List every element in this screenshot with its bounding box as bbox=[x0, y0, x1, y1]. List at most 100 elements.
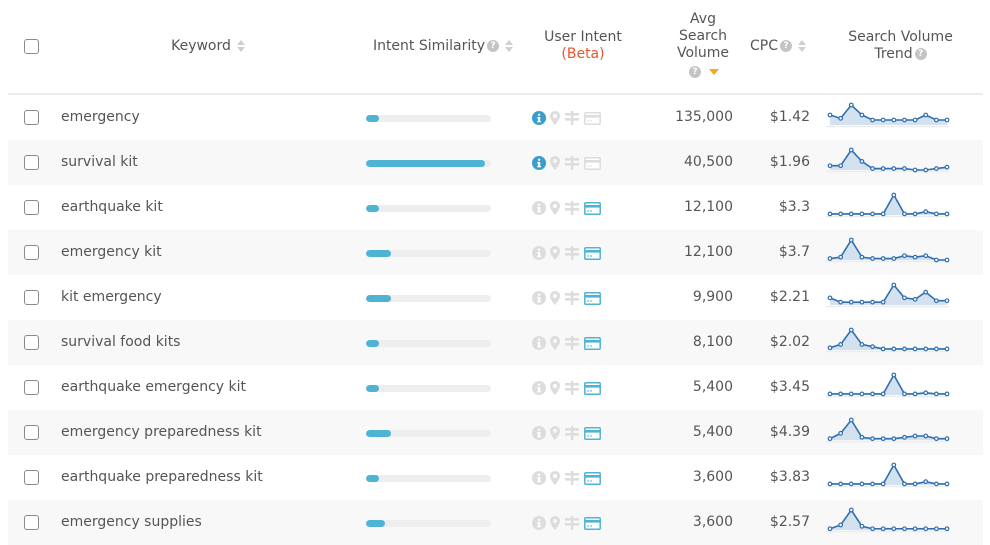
credit-card-icon[interactable] bbox=[584, 516, 601, 530]
row-checkbox[interactable] bbox=[24, 515, 39, 530]
signpost-icon[interactable] bbox=[564, 111, 580, 125]
table-row[interactable]: survival food kits 8,100 $2.02 bbox=[8, 320, 983, 365]
signpost-icon[interactable] bbox=[564, 201, 580, 215]
help-icon[interactable]: ? bbox=[914, 48, 927, 60]
signpost-icon[interactable] bbox=[564, 246, 580, 260]
sort-descending-icon[interactable] bbox=[709, 69, 719, 75]
search-volume-trend-sparkline bbox=[826, 237, 950, 263]
user-intent-icons bbox=[532, 334, 601, 352]
location-icon[interactable] bbox=[550, 381, 560, 395]
keyword-text: emergency bbox=[61, 109, 140, 125]
location-icon[interactable] bbox=[550, 471, 560, 485]
sparkline-point bbox=[891, 282, 897, 288]
credit-card-icon[interactable] bbox=[584, 246, 601, 260]
sparkline-point bbox=[933, 391, 939, 397]
sparkline-point bbox=[859, 211, 865, 217]
location-icon[interactable] bbox=[550, 111, 560, 125]
row-checkbox[interactable] bbox=[24, 425, 39, 440]
signpost-icon[interactable] bbox=[564, 336, 580, 350]
intent-similarity-fill bbox=[366, 520, 385, 527]
credit-card-icon[interactable] bbox=[584, 381, 601, 395]
table-row[interactable]: survival kit 40,500 $1.96 bbox=[8, 140, 983, 185]
keyword-column-header[interactable]: Keyword bbox=[138, 38, 278, 55]
signpost-icon[interactable] bbox=[564, 426, 580, 440]
table-row[interactable]: earthquake emergency kit 5,400 $3.45 bbox=[8, 365, 983, 410]
cpc-value: $2.02 bbox=[769, 334, 810, 350]
location-icon[interactable] bbox=[550, 336, 560, 350]
trend-header-line-1: Search Volume bbox=[848, 29, 953, 45]
select-all-checkbox[interactable] bbox=[24, 39, 39, 54]
sparkline-point bbox=[838, 391, 844, 397]
sparkline-point bbox=[838, 430, 844, 436]
credit-card-icon[interactable] bbox=[584, 156, 601, 170]
sparkline-point bbox=[912, 391, 918, 397]
signpost-icon[interactable] bbox=[564, 381, 580, 395]
sparkline-point bbox=[933, 257, 939, 263]
info-icon[interactable] bbox=[532, 471, 546, 485]
info-icon[interactable] bbox=[532, 426, 546, 440]
avg-search-volume-column-header[interactable]: Avg Search Volume ? bbox=[668, 11, 738, 81]
row-checkbox[interactable] bbox=[24, 290, 39, 305]
sparkline-point bbox=[912, 117, 918, 123]
location-icon[interactable] bbox=[550, 246, 560, 260]
intent-similarity-bar bbox=[366, 430, 491, 437]
info-icon[interactable] bbox=[532, 156, 546, 170]
table-row[interactable]: emergency kit 12,100 $3.7 bbox=[8, 230, 983, 275]
table-row[interactable]: earthquake kit 12,100 $3.3 bbox=[8, 185, 983, 230]
credit-card-icon[interactable] bbox=[584, 201, 601, 215]
help-icon[interactable]: ? bbox=[689, 66, 701, 78]
intent-similarity-bar bbox=[366, 160, 491, 167]
info-icon[interactable] bbox=[532, 291, 546, 305]
help-icon[interactable]: ? bbox=[487, 40, 500, 52]
info-icon[interactable] bbox=[532, 111, 546, 125]
info-icon[interactable] bbox=[532, 201, 546, 215]
table-row[interactable]: earthquake preparedness kit 3,600 $3.83 bbox=[8, 455, 983, 500]
credit-card-icon[interactable] bbox=[584, 291, 601, 305]
sparkline-point bbox=[923, 390, 929, 396]
credit-card-icon[interactable] bbox=[584, 426, 601, 440]
row-checkbox[interactable] bbox=[24, 110, 39, 125]
signpost-icon[interactable] bbox=[564, 156, 580, 170]
intent-similarity-fill bbox=[366, 295, 391, 302]
sort-icon[interactable] bbox=[236, 40, 245, 52]
sparkline-point bbox=[933, 166, 939, 171]
location-icon[interactable] bbox=[550, 291, 560, 305]
credit-card-icon[interactable] bbox=[584, 471, 601, 485]
location-icon[interactable] bbox=[550, 426, 560, 440]
info-icon[interactable] bbox=[532, 516, 546, 530]
sparkline-point bbox=[944, 298, 950, 304]
location-icon[interactable] bbox=[550, 516, 560, 530]
row-checkbox[interactable] bbox=[24, 335, 39, 350]
location-icon[interactable] bbox=[550, 156, 560, 170]
credit-card-icon[interactable] bbox=[584, 111, 601, 125]
row-checkbox[interactable] bbox=[24, 155, 39, 170]
location-icon[interactable] bbox=[550, 201, 560, 215]
avg-search-volume-value: 12,100 bbox=[684, 244, 733, 260]
cpc-column-header[interactable]: CPC? bbox=[743, 38, 813, 55]
row-checkbox[interactable] bbox=[24, 380, 39, 395]
intent-similarity-column-header[interactable]: Intent Similarity? bbox=[363, 38, 523, 55]
info-icon[interactable] bbox=[532, 336, 546, 350]
signpost-icon[interactable] bbox=[564, 516, 580, 530]
row-checkbox[interactable] bbox=[24, 470, 39, 485]
sort-icon[interactable] bbox=[505, 40, 514, 52]
cpc-value: $1.42 bbox=[769, 109, 810, 125]
credit-card-icon[interactable] bbox=[584, 336, 601, 350]
sort-icon[interactable] bbox=[798, 40, 806, 52]
table-row[interactable]: emergency supplies 3,600 $2.57 bbox=[8, 500, 983, 545]
avg-search-volume-value: 12,100 bbox=[684, 199, 733, 215]
sparkline-point bbox=[944, 211, 950, 217]
info-icon[interactable] bbox=[532, 246, 546, 260]
row-checkbox[interactable] bbox=[24, 200, 39, 215]
help-icon[interactable]: ? bbox=[780, 40, 792, 52]
table-row[interactable]: emergency 135,000 $1.42 bbox=[8, 95, 983, 140]
row-checkbox[interactable] bbox=[24, 245, 39, 260]
table-row[interactable]: emergency preparedness kit 5,400 $4.39 bbox=[8, 410, 983, 455]
signpost-icon[interactable] bbox=[564, 471, 580, 485]
sparkline-point bbox=[880, 299, 886, 305]
signpost-icon[interactable] bbox=[564, 291, 580, 305]
sparkline-point bbox=[870, 344, 875, 350]
sparkline-point bbox=[912, 433, 918, 439]
table-row[interactable]: kit emergency 9,900 $2.21 bbox=[8, 275, 983, 320]
info-icon[interactable] bbox=[532, 381, 546, 395]
